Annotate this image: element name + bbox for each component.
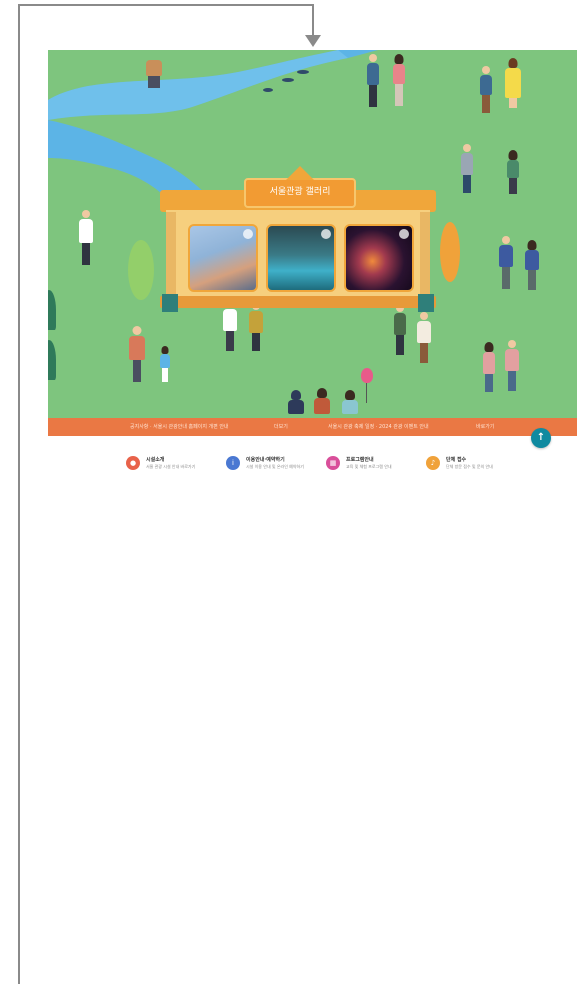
person (504, 58, 522, 110)
person (478, 66, 494, 116)
building-step (418, 294, 434, 312)
building-step (162, 294, 178, 312)
building-base (160, 296, 436, 308)
person (460, 144, 474, 196)
quick-menu-desc: 단체 방문 접수 및 문의 안내 (446, 464, 493, 469)
person (392, 54, 406, 110)
building-pillar (420, 212, 430, 300)
notice-bar: 공지사항 · 서울시 관광안내 홈페이지 개편 안내 더보기 서울시 관광 축제… (48, 418, 577, 436)
balloon (361, 368, 373, 383)
person (288, 390, 304, 416)
person (144, 52, 164, 90)
location-pin-icon: ● (126, 456, 140, 470)
calendar-icon: ▦ (326, 456, 340, 470)
bell-icon: ♪ (426, 456, 440, 470)
plant-left (128, 240, 154, 300)
balloon-string (366, 383, 367, 403)
hero-illustration: 서울관광 갤러리 (48, 50, 577, 418)
quick-menu-item-program[interactable]: ▦ 프로그램안내 교육 및 체험 프로그램 안내 (326, 454, 418, 486)
person (482, 342, 496, 394)
person (342, 390, 358, 416)
quick-menu-desc: 시설 이용 안내 및 온라인 예약하기 (246, 464, 304, 469)
notice-link-2[interactable]: 서울시 관광 축제 일정 · 2024 관광 이벤트 안내 (328, 418, 429, 436)
quick-menu-title: 이용안내·예약하기 (246, 457, 285, 463)
notice-more-2[interactable]: 바로가기 (476, 418, 494, 436)
notice-link-1[interactable]: 공지사항 · 서울시 관광안내 홈페이지 개편 안내 (130, 418, 229, 436)
gallery-photo-night[interactable] (344, 224, 414, 292)
person (524, 240, 540, 292)
quick-menu-item-facility[interactable]: ● 시설소개 서울 관광 시설 안내 바로가기 (126, 454, 218, 486)
quick-menu-title: 시설소개 (146, 457, 165, 463)
arrow-down-icon (305, 35, 321, 47)
connector-line-down (312, 4, 314, 36)
quick-menu-title: 프로그램안내 (346, 457, 374, 463)
person (314, 388, 330, 416)
person (158, 346, 172, 384)
person (416, 312, 432, 366)
person (222, 300, 238, 354)
person (128, 326, 146, 384)
person (504, 340, 520, 394)
quick-menu: ● 시설소개 서울 관광 시설 안내 바로가기 i 이용안내·예약하기 시설 이… (48, 448, 577, 488)
connector-line-left (18, 4, 20, 984)
quick-menu-desc: 서울 관광 시설 안내 바로가기 (146, 464, 196, 469)
corner-icon (243, 229, 253, 239)
plant-right (440, 222, 460, 282)
building-sign: 서울관광 갤러리 (244, 166, 356, 208)
info-icon: i (226, 456, 240, 470)
gallery-photo-pond[interactable] (266, 224, 336, 292)
corner-icon (399, 229, 409, 239)
quick-menu-item-group[interactable]: ♪ 단체 접수 단체 방문 접수 및 문의 안내 (426, 454, 518, 486)
person (78, 210, 94, 268)
corner-icon (321, 229, 331, 239)
person (392, 304, 408, 358)
scroll-top-button[interactable]: ↑ (531, 428, 551, 448)
quick-menu-item-reservation[interactable]: i 이용안내·예약하기 시설 이용 안내 및 온라인 예약하기 (226, 454, 318, 486)
building-pillar (166, 212, 176, 300)
gallery-photo-crowd[interactable] (188, 224, 258, 292)
quick-menu-desc: 교육 및 체험 프로그램 안내 (346, 464, 392, 469)
gallery-building: 서울관광 갤러리 (160, 166, 436, 312)
person (366, 54, 380, 110)
person (498, 236, 514, 292)
quick-menu-title: 단체 접수 (446, 457, 467, 463)
notice-more-1[interactable]: 더보기 (274, 418, 288, 436)
person (506, 150, 520, 196)
connector-line-top (18, 4, 314, 6)
person (248, 302, 264, 354)
